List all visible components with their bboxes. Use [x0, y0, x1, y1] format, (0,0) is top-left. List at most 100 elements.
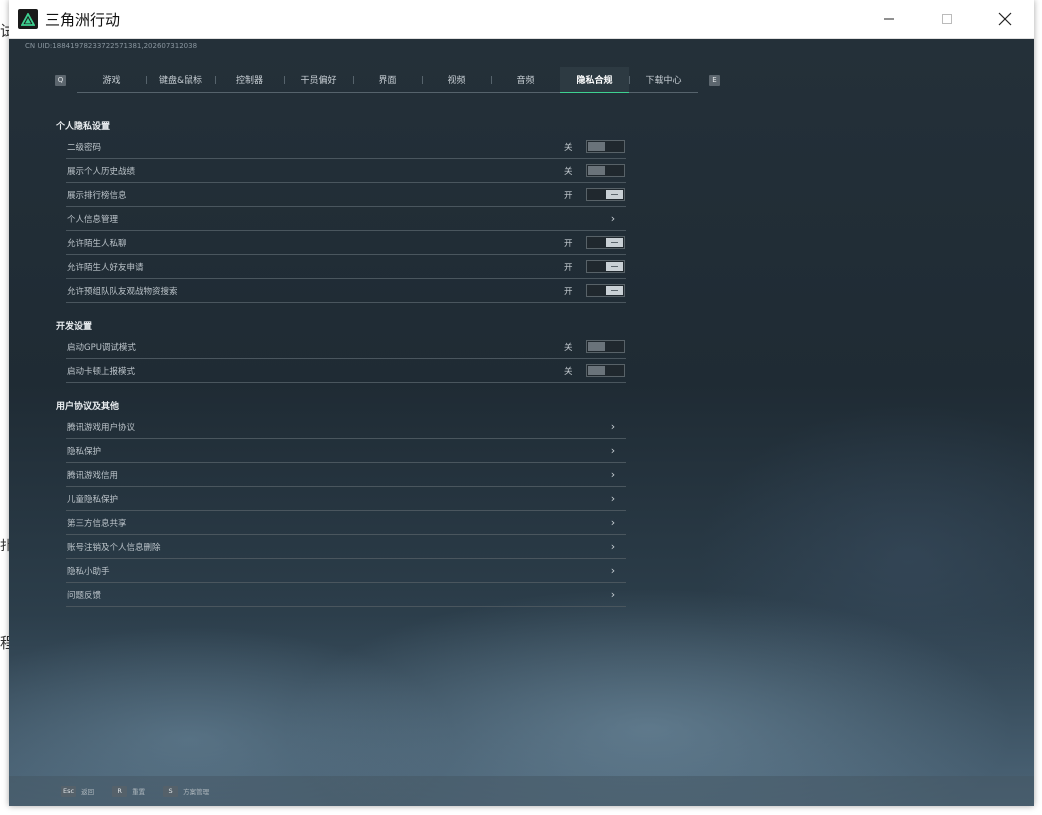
- toggle-knob: [588, 342, 605, 351]
- toggle-switch[interactable]: [586, 364, 625, 377]
- link-row[interactable]: 个人信息管理 ›: [66, 207, 626, 231]
- row-label: 允许陌生人好友申请: [67, 262, 144, 273]
- maximize-button[interactable]: [918, 0, 976, 38]
- toggle-row[interactable]: 允许陌生人私聊 开: [66, 231, 626, 255]
- toggle-switch[interactable]: [586, 340, 625, 353]
- toggle-switch[interactable]: [586, 284, 625, 297]
- link-row[interactable]: 隐私小助手 ›: [66, 559, 626, 583]
- toggle-row[interactable]: 启动卡顿上报模式 关: [66, 359, 626, 383]
- tab-7[interactable]: 隐私合规: [560, 67, 629, 93]
- toggle-switch[interactable]: [586, 188, 625, 201]
- link-row[interactable]: 第三方信息共享 ›: [66, 511, 626, 535]
- chevron-right-icon: ›: [610, 516, 616, 529]
- toggle-state-label: 关: [564, 142, 573, 153]
- toggle-knob: [588, 366, 605, 375]
- tab-2[interactable]: 控制器: [215, 67, 284, 92]
- section-title: 开发设置: [56, 322, 93, 332]
- toggle-knob: [606, 190, 623, 199]
- tab-4[interactable]: 界面: [353, 67, 422, 92]
- hint-label: 方案管理: [183, 788, 210, 796]
- toggle-state-label: 关: [564, 342, 573, 353]
- row-label: 展示排行榜信息: [67, 190, 127, 201]
- hint-label: 重置: [132, 788, 146, 796]
- prev-tab-key[interactable]: Q: [55, 74, 66, 86]
- tab-list: 游戏 键盘&鼠标 控制器 干员偏好 界面 视频 音频 隐私合规 下载中心: [77, 67, 698, 93]
- section-title: 用户协议及其他: [56, 402, 120, 412]
- toggle-switch[interactable]: [586, 236, 625, 249]
- app-logo-icon: [18, 9, 38, 29]
- link-row[interactable]: 腾讯游戏用户协议 ›: [66, 415, 626, 439]
- uid-label: CN UID:18841978233722571381,202607312038: [25, 42, 198, 50]
- tab-6[interactable]: 音频: [491, 67, 560, 92]
- hint-key: Esc: [61, 785, 77, 797]
- chevron-right-icon: ›: [610, 492, 616, 505]
- settings-screen: CN UID:18841978233722571381,202607312038…: [9, 39, 1034, 806]
- toggle-row[interactable]: 允许预组队队友观战物资搜索 开: [66, 279, 626, 303]
- tab-1[interactable]: 键盘&鼠标: [146, 67, 215, 92]
- row-label: 隐私小助手: [67, 566, 110, 577]
- toggle-state-label: 关: [564, 166, 573, 177]
- footer-hint[interactable]: Esc 返回: [61, 785, 95, 797]
- close-icon: [998, 12, 1012, 26]
- link-row[interactable]: 儿童隐私保护 ›: [66, 487, 626, 511]
- row-label: 二级密码: [67, 142, 102, 153]
- toggle-state-label: 开: [564, 238, 573, 249]
- row-label: 问题反馈: [67, 590, 102, 601]
- hint-key: S: [163, 785, 179, 797]
- chevron-right-icon: ›: [610, 212, 616, 225]
- row-label: 腾讯游戏用户协议: [67, 422, 136, 433]
- minimize-button[interactable]: [860, 0, 918, 38]
- section-title: 个人隐私设置: [56, 122, 111, 132]
- tab-3[interactable]: 干员偏好: [284, 67, 353, 92]
- hint-label: 返回: [81, 788, 95, 796]
- hint-key: R: [112, 785, 128, 797]
- row-label: 启动卡顿上报模式: [67, 366, 136, 377]
- tab-0[interactable]: 游戏: [77, 67, 146, 92]
- toggle-knob: [606, 238, 623, 247]
- toggle-knob: [606, 262, 623, 271]
- toggle-row[interactable]: 允许陌生人好友申请 开: [66, 255, 626, 279]
- footer-hint[interactable]: S 方案管理: [163, 785, 210, 797]
- tab-5[interactable]: 视频: [422, 67, 491, 92]
- toggle-knob: [588, 142, 605, 151]
- footer-hint[interactable]: R 重置: [112, 785, 146, 797]
- toggle-state-label: 开: [564, 262, 573, 273]
- chevron-right-icon: ›: [610, 540, 616, 553]
- tab-8[interactable]: 下载中心: [629, 67, 698, 92]
- toggle-knob: [588, 166, 605, 175]
- toggle-row[interactable]: 展示个人历史战绩 关: [66, 159, 626, 183]
- settings-tab-bar: Q 游戏 键盘&鼠标 控制器 干员偏好 界面 视频 音频 隐私合规 下载中心 E: [55, 67, 720, 93]
- row-label: 个人信息管理: [67, 214, 119, 225]
- link-row[interactable]: 账号注销及个人信息删除 ›: [66, 535, 626, 559]
- row-label: 允许预组队队友观战物资搜索: [67, 286, 178, 297]
- toggle-row[interactable]: 展示排行榜信息 开: [66, 183, 626, 207]
- row-label: 允许陌生人私聊: [67, 238, 127, 249]
- toggle-row[interactable]: 启动GPU调试模式 关: [66, 335, 626, 359]
- toggle-knob: [606, 286, 623, 295]
- close-button[interactable]: [976, 0, 1034, 38]
- link-row[interactable]: 腾讯游戏信用 ›: [66, 463, 626, 487]
- title-bar: 三角洲行动: [9, 0, 1034, 39]
- link-row[interactable]: 问题反馈 ›: [66, 583, 626, 607]
- toggle-switch[interactable]: [586, 260, 625, 273]
- row-label: 儿童隐私保护: [67, 494, 119, 505]
- chevron-right-icon: ›: [610, 588, 616, 601]
- minimize-icon: [884, 18, 894, 20]
- toggle-switch[interactable]: [586, 140, 625, 153]
- footer-hint-bar: Esc 返回 R 重置 S 方案管理: [9, 776, 1034, 806]
- row-label: 第三方信息共享: [67, 518, 127, 529]
- toggle-switch[interactable]: [586, 164, 625, 177]
- next-tab-key[interactable]: E: [709, 74, 720, 86]
- row-label: 腾讯游戏信用: [67, 470, 119, 481]
- row-label: 启动GPU调试模式: [67, 342, 136, 353]
- toggle-state-label: 关: [564, 366, 573, 377]
- maximize-icon: [942, 14, 952, 24]
- row-label: 展示个人历史战绩: [67, 166, 136, 177]
- app-window: 三角洲行动 CN UID:18841978233722571381,202607…: [9, 0, 1034, 806]
- chevron-right-icon: ›: [610, 420, 616, 433]
- toggle-state-label: 开: [564, 286, 573, 297]
- link-row[interactable]: 隐私保护 ›: [66, 439, 626, 463]
- toggle-row[interactable]: 二级密码 关: [66, 135, 626, 159]
